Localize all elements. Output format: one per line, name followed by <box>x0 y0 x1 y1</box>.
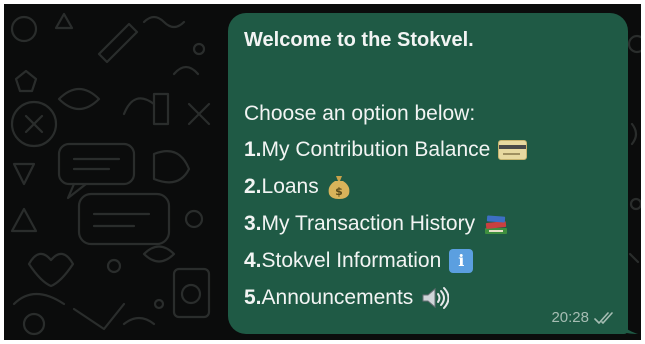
option-item-contribution-balance: 1. My Contribution Balance <box>244 136 628 164</box>
bubble-tail <box>616 312 638 334</box>
message-bubble[interactable]: Welcome to the Stokvel. Choose an option… <box>228 13 628 334</box>
read-ticks-icon <box>594 311 613 324</box>
option-item-loans: 2. Loans $ <box>244 173 628 201</box>
message-time: 20:28 <box>551 309 589 326</box>
option-number: 1. <box>244 138 262 161</box>
message-meta: 20:28 <box>551 309 616 326</box>
option-list: 1. My Contribution Balance 2. Loans $ 3.… <box>244 136 628 312</box>
svg-text:$: $ <box>335 185 343 198</box>
option-item-announcements: 5. Announcements <box>244 284 628 312</box>
option-label: My Transaction History <box>261 212 476 235</box>
option-label: Stokvel Information <box>261 249 442 272</box>
option-number: 4. <box>244 249 262 272</box>
speaker-icon <box>422 287 450 309</box>
books-icon <box>485 215 508 234</box>
information-icon: i <box>449 249 474 273</box>
option-item-stokvel-information: 4. Stokvel Information i <box>244 247 628 275</box>
option-label: Loans <box>261 175 319 198</box>
money-bag-icon: $ <box>328 176 350 199</box>
option-label: My Contribution Balance <box>261 138 491 161</box>
option-item-transaction-history: 3. My Transaction History <box>244 210 628 238</box>
message-subtitle: Choose an option below: <box>244 102 476 125</box>
option-number: 2. <box>244 175 262 198</box>
option-number: 5. <box>244 286 262 309</box>
message-title: Welcome to the Stokvel. <box>244 29 474 51</box>
option-label: Announcements <box>261 286 414 309</box>
option-number: 3. <box>244 212 262 235</box>
chat-screen: Welcome to the Stokvel. Choose an option… <box>4 4 641 340</box>
credit-card-icon <box>498 140 528 160</box>
